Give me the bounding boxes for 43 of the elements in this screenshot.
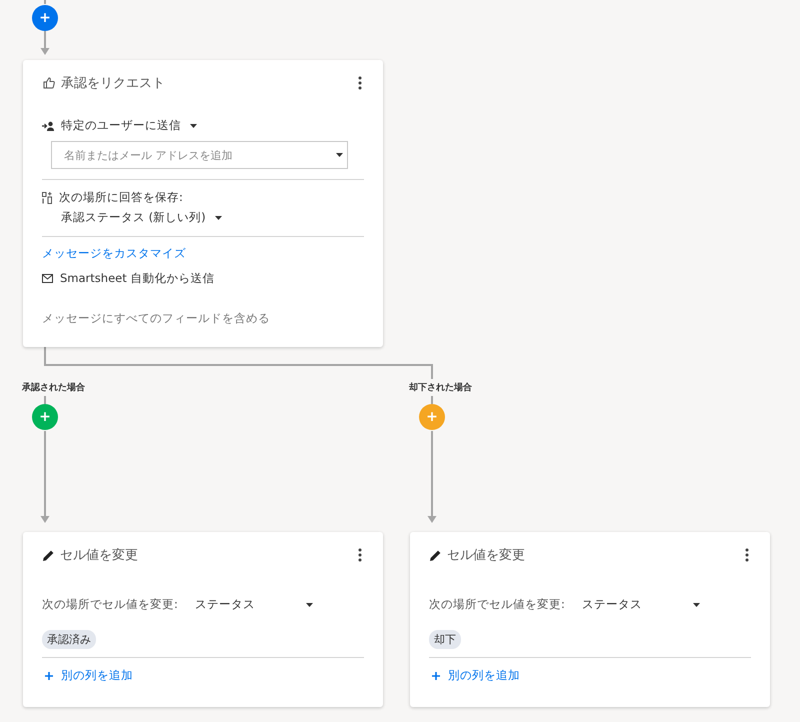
card-title: 承認をリクエスト (61, 75, 165, 92)
add-column-button[interactable]: 別の列を追加 (45, 668, 133, 683)
value-chip[interactable]: 承認済み (42, 630, 96, 649)
caret-icon (336, 153, 343, 157)
kebab-icon (745, 548, 749, 562)
caret-icon (692, 602, 700, 606)
save-label: 次の場所に回答を保存: (59, 190, 183, 205)
pencil-icon (430, 550, 441, 560)
caret-icon (306, 602, 313, 606)
more-button[interactable] (356, 546, 364, 564)
value-chip[interactable]: 却下 (429, 630, 461, 649)
branch-label: 承認された場合 (22, 379, 85, 396)
column-dropdown[interactable]: ステータス (582, 597, 700, 612)
include-fields-option[interactable]: メッセージにすべてのフィールドを含める (42, 311, 270, 326)
kebab-icon (358, 76, 362, 90)
add-column-button[interactable]: 別の列を追加 (432, 668, 520, 683)
column-dropdown[interactable]: 承認ステータス (新しい列) (61, 210, 222, 225)
mail-icon (42, 274, 53, 283)
connector-line (44, 0, 46, 4)
pencil-icon (43, 550, 54, 560)
caret-icon (190, 124, 197, 128)
recipient-dropdown[interactable]: 特定のユーザーに送信 (61, 118, 197, 133)
card-title: セル値を変更 (447, 547, 525, 564)
more-button[interactable] (743, 546, 751, 564)
field-label: 次の場所でセル値を変更: (42, 597, 178, 612)
plus-icon (432, 672, 440, 680)
field-label: 次の場所でセル値を変更: (429, 597, 565, 612)
plus-icon (45, 672, 53, 680)
branch-label: 却下された場合 (409, 379, 472, 396)
thumbs-up-icon (43, 77, 55, 89)
caret-icon (214, 216, 222, 220)
columns-icon (42, 192, 52, 204)
customize-message-link[interactable]: メッセージをカスタマイズ (42, 246, 186, 261)
add-step-button[interactable]: + (32, 404, 58, 430)
more-button[interactable] (356, 74, 364, 92)
kebab-icon (358, 548, 362, 562)
column-dropdown[interactable]: ステータス (194, 597, 313, 612)
card-title: セル値を変更 (60, 547, 138, 564)
sender-label: Smartsheet 自動化から送信 (60, 271, 214, 286)
person-arrow-icon (42, 120, 54, 130)
add-step-button[interactable]: + (32, 5, 58, 31)
connector-arrow (40, 31, 50, 55)
recipient-field[interactable]: 名前またはメール アドレスを追加 (51, 141, 348, 169)
